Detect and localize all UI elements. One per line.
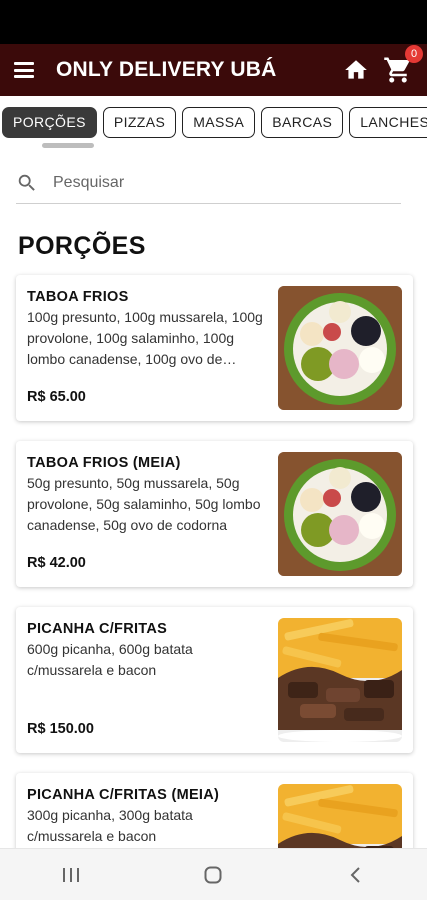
recent-apps-button[interactable] bbox=[51, 855, 91, 895]
tab-barcas[interactable]: BARCAS bbox=[261, 106, 344, 138]
product-description: 50g presunto, 50g mussarela, 50g provolo… bbox=[27, 475, 261, 533]
section-title: PORÇÕES bbox=[18, 232, 146, 260]
tab-lanches[interactable]: LANCHES bbox=[349, 106, 427, 138]
cart-button[interactable]: 0 bbox=[383, 45, 423, 85]
product-price: R$ 42.00 bbox=[27, 555, 86, 571]
home-circle-icon bbox=[204, 866, 222, 883]
cold-cuts-platter-image bbox=[278, 452, 402, 576]
system-nav-bar bbox=[0, 848, 427, 900]
tab-massa[interactable]: MASSA bbox=[182, 106, 256, 138]
category-tabs: PORÇÕES PIZZAS MASSA BARCAS LANCHES bbox=[0, 96, 427, 148]
cold-cuts-platter-image bbox=[278, 286, 402, 410]
back-button[interactable] bbox=[336, 855, 376, 895]
tab-porcoes[interactable]: PORÇÕES bbox=[2, 106, 97, 138]
product-description: 100g presunto, 100g mussarela, 100g prov… bbox=[27, 309, 263, 367]
back-icon bbox=[350, 866, 360, 883]
home-button[interactable] bbox=[193, 855, 233, 895]
status-bar bbox=[0, 0, 427, 44]
product-name: PICANHA C/FRITAS bbox=[27, 621, 168, 637]
product-description: 600g picanha, 600g batata c/mussarela e … bbox=[27, 641, 193, 678]
picanha-fries-image bbox=[278, 618, 402, 742]
product-card[interactable]: PICANHA C/FRITAS 600g picanha, 600g bata… bbox=[16, 607, 413, 753]
app-title: ONLY DELIVERY UBÁ bbox=[56, 58, 277, 81]
home-icon[interactable] bbox=[343, 57, 369, 83]
product-name: TABOA FRIOS bbox=[27, 289, 129, 305]
product-description: 300g picanha, 300g batata c/mussarela e … bbox=[27, 807, 193, 844]
product-name: PICANHA C/FRITAS (MEIA) bbox=[27, 787, 220, 803]
cart-count-badge: 0 bbox=[405, 45, 423, 63]
tab-pizzas[interactable]: PIZZAS bbox=[102, 106, 177, 138]
recent-apps-icon bbox=[63, 867, 80, 882]
search-bar bbox=[16, 162, 401, 204]
product-name: TABOA FRIOS (MEIA) bbox=[27, 455, 181, 471]
search-input[interactable] bbox=[53, 173, 401, 192]
product-price: R$ 65.00 bbox=[27, 389, 86, 405]
product-list: TABOA FRIOS 100g presunto, 100g mussarel… bbox=[0, 275, 427, 900]
product-card[interactable]: TABOA FRIOS (MEIA) 50g presunto, 50g mus… bbox=[16, 441, 413, 587]
search-icon bbox=[18, 174, 35, 191]
app-bar: ONLY DELIVERY UBÁ 0 bbox=[0, 44, 427, 96]
tab-scroll-indicator bbox=[42, 143, 94, 148]
product-card[interactable]: TABOA FRIOS 100g presunto, 100g mussarel… bbox=[16, 275, 413, 421]
product-price: R$ 150.00 bbox=[27, 721, 94, 737]
menu-icon[interactable] bbox=[14, 62, 34, 78]
